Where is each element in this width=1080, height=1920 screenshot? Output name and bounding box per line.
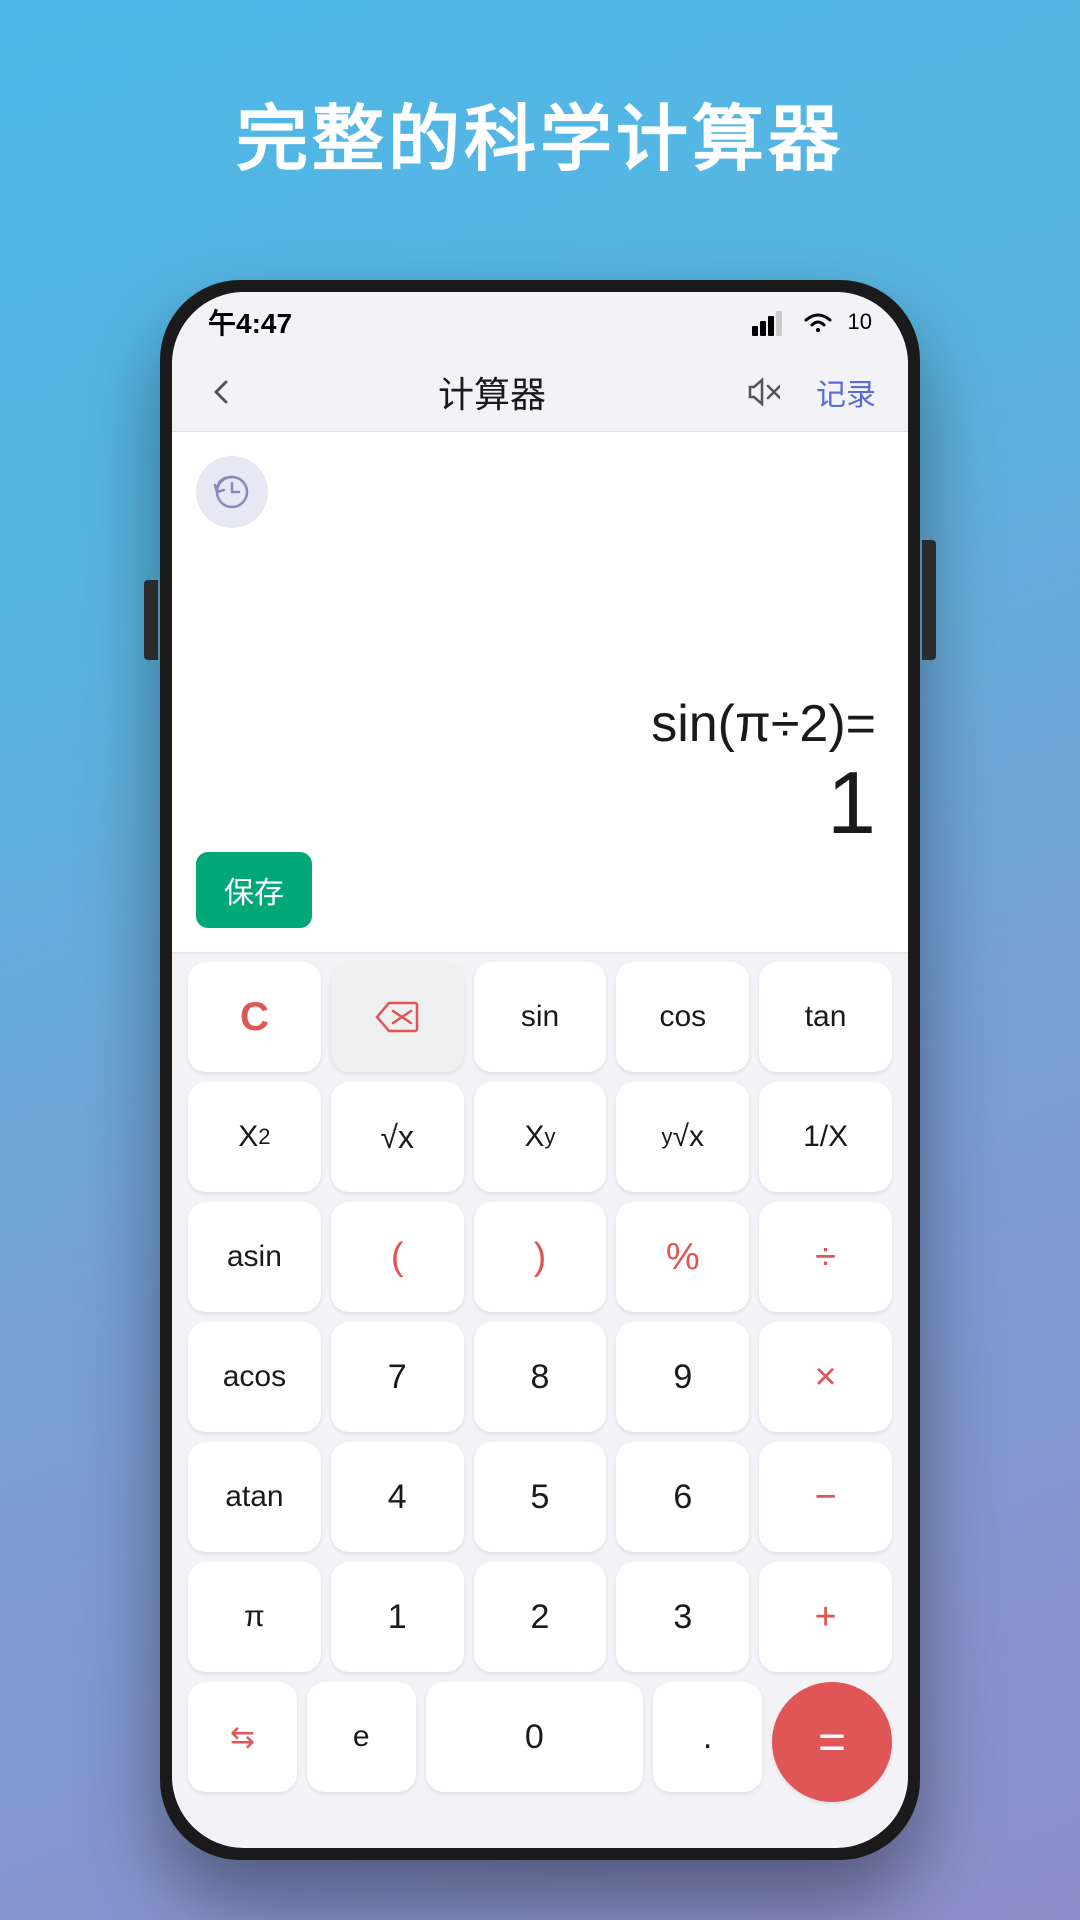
calc-keypad: C sin cos tan X2 √x Xy bbox=[172, 954, 908, 1828]
key-yth-root[interactable]: y√x bbox=[616, 1082, 749, 1192]
wifi-icon bbox=[800, 308, 836, 336]
key-7[interactable]: 7 bbox=[331, 1322, 464, 1432]
expression-display: sin(π÷2)= bbox=[651, 693, 876, 755]
key-row-1: C sin cos tan bbox=[188, 962, 892, 1072]
key-tan[interactable]: tan bbox=[759, 962, 892, 1072]
key-2[interactable]: 2 bbox=[474, 1562, 607, 1672]
key-reciprocal[interactable]: 1/X bbox=[759, 1082, 892, 1192]
key-delete[interactable] bbox=[331, 962, 464, 1072]
key-row-6: π 1 2 3 + bbox=[188, 1562, 892, 1672]
key-asin[interactable]: asin bbox=[188, 1202, 321, 1312]
status-bar: 午4:47 10 bbox=[172, 292, 908, 352]
display-area: sin(π÷2)= 1 bbox=[651, 693, 876, 852]
key-6[interactable]: 6 bbox=[616, 1442, 749, 1552]
key-pi[interactable]: π bbox=[188, 1562, 321, 1672]
page-title: 完整的科学计算器 bbox=[0, 80, 1080, 185]
key-row-2: X2 √x Xy y√x 1/X bbox=[188, 1082, 892, 1192]
key-percent[interactable]: % bbox=[616, 1202, 749, 1312]
key-divide[interactable]: ÷ bbox=[759, 1202, 892, 1312]
key-dot[interactable]: . bbox=[653, 1682, 762, 1792]
result-display: 1 bbox=[651, 755, 876, 852]
key-close-paren[interactable]: ) bbox=[474, 1202, 607, 1312]
key-4[interactable]: 4 bbox=[331, 1442, 464, 1552]
key-8[interactable]: 8 bbox=[474, 1322, 607, 1432]
back-button[interactable] bbox=[196, 366, 248, 418]
key-row-7: ⇆ e 0 . = bbox=[188, 1682, 892, 1802]
calc-screen: sin(π÷2)= 1 保存 bbox=[172, 432, 908, 952]
key-sin[interactable]: sin bbox=[474, 962, 607, 1072]
backspace-icon bbox=[375, 1001, 419, 1033]
key-1[interactable]: 1 bbox=[331, 1562, 464, 1672]
key-cos[interactable]: cos bbox=[616, 962, 749, 1072]
key-subtract[interactable]: − bbox=[759, 1442, 892, 1552]
key-sqrt[interactable]: √x bbox=[331, 1082, 464, 1192]
key-row-3: asin ( ) % ÷ bbox=[188, 1202, 892, 1312]
key-row-5: atan 4 5 6 − bbox=[188, 1442, 892, 1552]
history-button[interactable] bbox=[196, 456, 268, 528]
history-icon bbox=[213, 473, 251, 511]
key-5[interactable]: 5 bbox=[474, 1442, 607, 1552]
key-swap[interactable]: ⇆ bbox=[188, 1682, 297, 1792]
signal-icon bbox=[752, 308, 788, 336]
key-add[interactable]: + bbox=[759, 1562, 892, 1672]
app-header: 计算器 记录 bbox=[172, 352, 908, 432]
phone-frame: 午4:47 10 bbox=[160, 280, 920, 1860]
key-x-power-y[interactable]: Xy bbox=[474, 1082, 607, 1192]
header-title: 计算器 bbox=[268, 366, 716, 418]
key-3[interactable]: 3 bbox=[616, 1562, 749, 1672]
key-multiply[interactable]: × bbox=[759, 1322, 892, 1432]
key-row-4: acos 7 8 9 × bbox=[188, 1322, 892, 1432]
key-x-squared[interactable]: X2 bbox=[188, 1082, 321, 1192]
status-time: 午4:47 bbox=[208, 302, 292, 342]
record-button[interactable]: 记录 bbox=[808, 370, 884, 414]
key-euler[interactable]: e bbox=[307, 1682, 416, 1792]
key-0[interactable]: 0 bbox=[426, 1682, 644, 1792]
save-button[interactable]: 保存 bbox=[196, 852, 312, 928]
key-clear[interactable]: C bbox=[188, 962, 321, 1072]
key-9[interactable]: 9 bbox=[616, 1322, 749, 1432]
key-equals[interactable]: = bbox=[772, 1682, 892, 1802]
mute-icon bbox=[744, 374, 780, 410]
battery-indicator: 10 bbox=[848, 309, 872, 335]
key-acos[interactable]: acos bbox=[188, 1322, 321, 1432]
key-open-paren[interactable]: ( bbox=[331, 1202, 464, 1312]
key-atan[interactable]: atan bbox=[188, 1442, 321, 1552]
mute-button[interactable] bbox=[736, 366, 788, 418]
status-icons: 10 bbox=[752, 308, 872, 336]
